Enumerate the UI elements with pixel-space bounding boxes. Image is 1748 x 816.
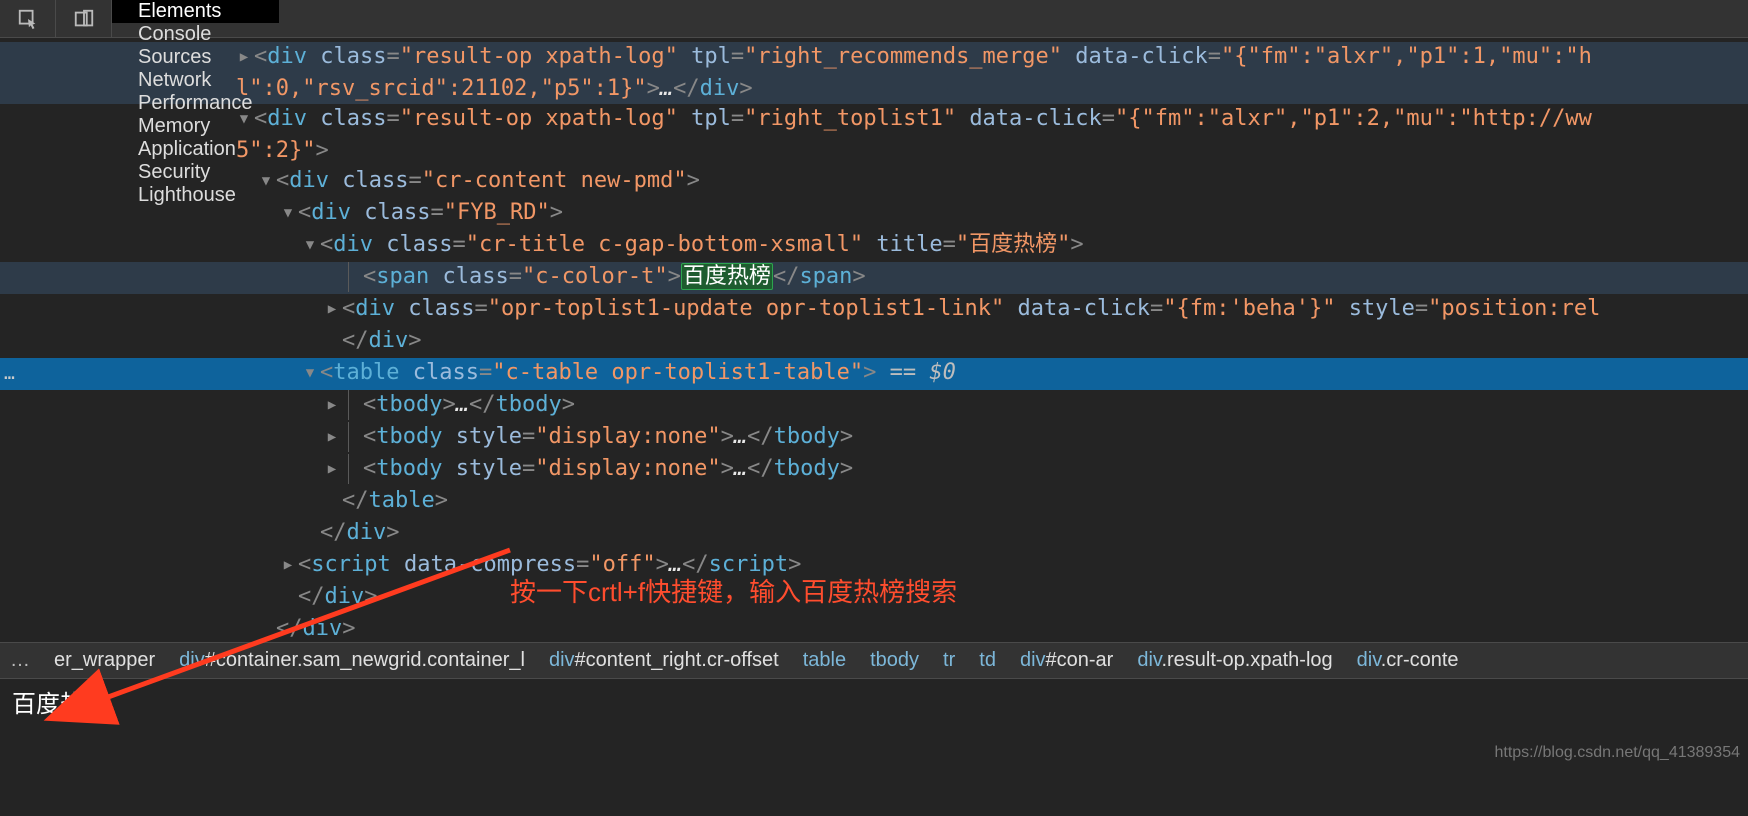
- expand-arrow-icon[interactable]: [324, 422, 340, 452]
- expand-arrow-icon[interactable]: [324, 294, 340, 324]
- dom-tree-line[interactable]: l":0,"rsv_srcid":21102,"p5":1}">…</div>: [0, 74, 1748, 104]
- dom-tree-line[interactable]: <tbody style="display:none">…</tbody>: [0, 422, 1748, 454]
- expand-arrow-icon[interactable]: [324, 454, 340, 484]
- dom-tree-line[interactable]: 5":2}">: [0, 136, 1748, 166]
- expand-arrow-icon[interactable]: [302, 230, 318, 260]
- dom-tree-line[interactable]: </table>: [0, 486, 1748, 518]
- elements-search-bar: [0, 678, 1748, 724]
- dom-tree-line[interactable]: </div>: [0, 518, 1748, 550]
- expand-arrow-icon[interactable]: [302, 358, 318, 388]
- expand-arrow-icon[interactable]: [236, 104, 252, 134]
- tab-elements[interactable]: Elements: [112, 0, 279, 23]
- breadcrumb-more[interactable]: …: [10, 649, 30, 672]
- dom-tree-line[interactable]: <table class="c-table opr-toplist1-table…: [0, 358, 1748, 390]
- dom-tree-line[interactable]: <span class="c-color-t">百度热榜</span>: [0, 262, 1748, 294]
- elements-search-input[interactable]: [12, 688, 612, 716]
- devtools-tabs: ElementsConsoleSourcesNetworkPerformance…: [112, 0, 279, 37]
- dom-tree-line[interactable]: <div class="result-op xpath-log" tpl="ri…: [0, 42, 1748, 74]
- search-highlight: 百度热榜: [681, 263, 773, 290]
- expand-arrow-icon[interactable]: [280, 198, 296, 228]
- breadcrumb-item[interactable]: div#container.sam_newgrid.container_l: [179, 649, 525, 672]
- dom-tree-line[interactable]: <div class="opr-toplist1-update opr-topl…: [0, 294, 1748, 326]
- dom-tree-line[interactable]: <div class="result-op xpath-log" tpl="ri…: [0, 104, 1748, 136]
- breadcrumb-item[interactable]: er_wrapper: [54, 649, 155, 672]
- breadcrumb-item[interactable]: div.result-op.xpath-log: [1137, 649, 1332, 672]
- dom-tree-line[interactable]: </div>: [0, 614, 1748, 642]
- breadcrumb-item[interactable]: table: [803, 649, 846, 672]
- inspect-element-icon[interactable]: [0, 0, 56, 37]
- breadcrumb-item[interactable]: td: [979, 649, 996, 672]
- elements-dom-tree[interactable]: <div class="result-op xpath-log" tpl="ri…: [0, 38, 1748, 642]
- watermark-text: https://blog.csdn.net/qq_41389354: [1494, 744, 1740, 762]
- breadcrumb-item[interactable]: div.cr-conte: [1357, 649, 1459, 672]
- expand-arrow-icon[interactable]: [236, 42, 252, 72]
- dom-tree-line[interactable]: <tbody style="display:none">…</tbody>: [0, 454, 1748, 486]
- dom-tree-line[interactable]: <div class="cr-title c-gap-bottom-xsmall…: [0, 230, 1748, 262]
- elements-breadcrumb[interactable]: … er_wrapper div#container.sam_newgrid.con…: [0, 642, 1748, 678]
- breadcrumb-item[interactable]: tbody: [870, 649, 919, 672]
- dom-tree-line[interactable]: <tbody>…</tbody>: [0, 390, 1748, 422]
- expand-arrow-icon[interactable]: [280, 550, 296, 580]
- breadcrumb-item[interactable]: div#con-ar: [1020, 649, 1113, 672]
- breadcrumb-item[interactable]: tr: [943, 649, 955, 672]
- dom-tree-line[interactable]: </div>: [0, 326, 1748, 358]
- devtools-toolbar: ElementsConsoleSourcesNetworkPerformance…: [0, 0, 1748, 38]
- dom-tree-line[interactable]: <div class="FYB_RD">: [0, 198, 1748, 230]
- dom-tree-line[interactable]: <div class="cr-content new-pmd">: [0, 166, 1748, 198]
- expand-arrow-icon[interactable]: [324, 390, 340, 420]
- expand-arrow-icon[interactable]: [258, 166, 274, 196]
- annotation-text: 按一下crtl+f快捷键，输入百度热榜搜索: [510, 572, 957, 609]
- toggle-device-toolbar-icon[interactable]: [56, 0, 112, 37]
- breadcrumb-item[interactable]: div#content_right.cr-offset: [549, 649, 779, 672]
